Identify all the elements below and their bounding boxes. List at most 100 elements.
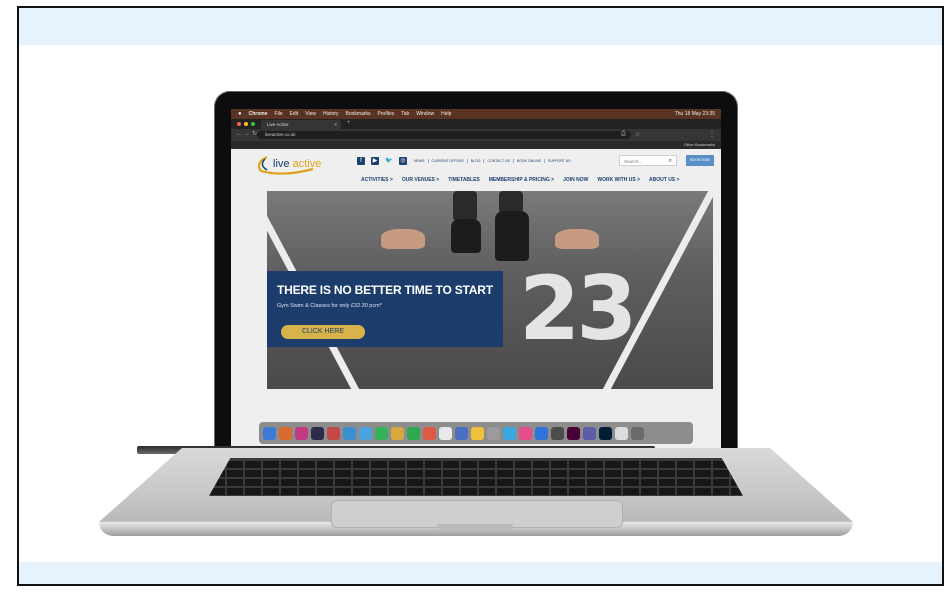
share-icon[interactable]: ⎙ bbox=[621, 131, 626, 138]
logo-active: active bbox=[292, 158, 322, 170]
hero-banner: 23 THERE IS NO BETTER TIME TO START Gym … bbox=[267, 191, 713, 389]
nav-join-now[interactable]: JOIN NOW bbox=[563, 177, 588, 183]
top-links: NEWS CURRENT OFFERS BLOG CONTACT US BOOK… bbox=[411, 159, 574, 163]
search-icon[interactable]: ⌕ bbox=[669, 156, 672, 167]
link-news[interactable]: NEWS bbox=[411, 159, 429, 163]
logo-live: live bbox=[273, 158, 290, 170]
nav-membership-pricing[interactable]: MEMBERSHIP & PRICING > bbox=[489, 177, 554, 183]
dock-app-icon[interactable] bbox=[455, 426, 468, 440]
dock-app-icon[interactable] bbox=[487, 426, 500, 440]
browser-tab-bar: Live Active × + bbox=[231, 119, 721, 129]
menu-chrome[interactable]: Chrome bbox=[249, 111, 268, 117]
nav-our-venues[interactable]: OUR VENUES > bbox=[402, 177, 439, 183]
live-active-logo[interactable]: live active bbox=[253, 155, 337, 177]
nav-work-with-us[interactable]: WORK WITH US > bbox=[597, 177, 640, 183]
dock-app-icon[interactable] bbox=[311, 426, 324, 440]
top-background-band bbox=[19, 8, 942, 45]
mac-dock bbox=[259, 422, 693, 444]
back-icon[interactable]: ← bbox=[236, 131, 244, 137]
star-icon[interactable]: ☆ bbox=[635, 131, 640, 138]
menu-edit[interactable]: Edit bbox=[290, 111, 299, 117]
dock-app-icon[interactable] bbox=[535, 426, 548, 440]
other-bookmarks[interactable]: Other Bookmarks bbox=[684, 142, 715, 147]
menu-window[interactable]: Window bbox=[416, 111, 434, 117]
bookmarks-bar: Other Bookmarks bbox=[231, 141, 721, 149]
nav-about-us[interactable]: ABOUT US > bbox=[649, 177, 679, 183]
book-now-button[interactable]: BOOK NOW bbox=[686, 155, 714, 166]
menu-profiles[interactable]: Profiles bbox=[378, 111, 395, 117]
link-current-offers[interactable]: CURRENT OFFERS bbox=[429, 159, 468, 163]
dock-app-icon[interactable] bbox=[407, 426, 420, 440]
dock-app-icon[interactable] bbox=[359, 426, 372, 440]
nav-buttons: ←→↻ bbox=[236, 130, 259, 137]
instagram-icon[interactable]: ◎ bbox=[399, 157, 407, 165]
dock-app-icon[interactable] bbox=[631, 426, 644, 440]
minimize-window-button[interactable] bbox=[244, 122, 248, 126]
forward-icon[interactable]: → bbox=[244, 131, 252, 137]
close-tab-icon[interactable]: × bbox=[334, 120, 337, 129]
runner-shoe bbox=[451, 219, 481, 253]
menu-history[interactable]: History bbox=[323, 111, 339, 117]
dock-app-icon[interactable] bbox=[375, 426, 388, 440]
dock-app-icon[interactable] bbox=[599, 426, 612, 440]
link-contact-us[interactable]: CONTACT US bbox=[484, 159, 514, 163]
window-controls bbox=[237, 122, 255, 126]
link-book-online[interactable]: BOOK ONLINE bbox=[514, 159, 546, 163]
link-blog[interactable]: BLOG bbox=[468, 159, 485, 163]
runner-hand bbox=[555, 229, 599, 249]
menu-file[interactable]: File bbox=[275, 111, 283, 117]
link-support-us[interactable]: SUPPORT US bbox=[545, 159, 574, 163]
click-here-button[interactable]: CLICK HERE bbox=[281, 325, 365, 339]
browser-tab-live-active[interactable]: Live Active × bbox=[261, 120, 341, 129]
close-window-button[interactable] bbox=[237, 122, 241, 126]
dock-app-icon[interactable] bbox=[583, 426, 596, 440]
youtube-icon[interactable]: ▶ bbox=[371, 157, 379, 165]
zoom-window-button[interactable] bbox=[251, 122, 255, 126]
keyboard-row bbox=[209, 479, 743, 486]
facebook-icon[interactable]: f bbox=[357, 157, 365, 165]
menu-view[interactable]: View bbox=[305, 111, 316, 117]
dock-app-icon[interactable] bbox=[439, 426, 452, 440]
dock-app-icon[interactable] bbox=[423, 426, 436, 440]
menu-tab[interactable]: Tab bbox=[401, 111, 409, 117]
runner-leg bbox=[453, 191, 477, 221]
hero-number: 23 bbox=[519, 257, 637, 360]
menu-bookmarks[interactable]: Bookmarks bbox=[346, 111, 371, 117]
keyboard-row bbox=[209, 488, 743, 495]
image-frame: ● Chrome File Edit View History Bookmark… bbox=[17, 6, 944, 586]
mac-menu-bar: ● Chrome File Edit View History Bookmark… bbox=[231, 109, 721, 119]
dock-app-icon[interactable] bbox=[519, 426, 532, 440]
dock-app-icon[interactable] bbox=[295, 426, 308, 440]
social-icons: f ▶ 🐦 ◎ bbox=[357, 157, 407, 165]
nav-timetables[interactable]: TIMETABLES bbox=[448, 177, 480, 183]
dock-app-icon[interactable] bbox=[615, 426, 628, 440]
dock-app-icon[interactable] bbox=[471, 426, 484, 440]
dock-app-icon[interactable] bbox=[503, 426, 516, 440]
browser-toolbar: ←→↻ liveactive.co.uk ⎙ ☆ ⋮ bbox=[231, 129, 721, 141]
dock-app-icon[interactable] bbox=[567, 426, 580, 440]
keyboard-row bbox=[209, 461, 743, 468]
menu-kebab-icon[interactable]: ⋮ bbox=[709, 131, 715, 138]
menu-help[interactable]: Help bbox=[441, 111, 451, 117]
dock-app-icon[interactable] bbox=[391, 426, 404, 440]
dock-app-icon[interactable] bbox=[343, 426, 356, 440]
dock-app-icon[interactable] bbox=[263, 426, 276, 440]
promo-panel: THERE IS NO BETTER TIME TO START Gym Swi… bbox=[267, 271, 503, 347]
promo-title: THERE IS NO BETTER TIME TO START bbox=[277, 283, 493, 297]
main-nav: ACTIVITIES > OUR VENUES > TIMETABLES MEM… bbox=[361, 177, 679, 183]
address-bar[interactable]: liveactive.co.uk bbox=[257, 131, 631, 139]
keyboard-row bbox=[209, 470, 743, 477]
site-search-input[interactable]: Search... ⌕ bbox=[619, 155, 677, 166]
laptop-keyboard bbox=[209, 458, 743, 496]
dock-app-icon[interactable] bbox=[327, 426, 340, 440]
tab-title: Live Active bbox=[267, 122, 289, 127]
twitter-icon[interactable]: 🐦 bbox=[385, 157, 393, 165]
laptop-screen: ● Chrome File Edit View History Bookmark… bbox=[231, 109, 721, 453]
menubar-clock[interactable]: Thu 18 May 23:35 bbox=[675, 111, 715, 117]
runner-leg bbox=[499, 191, 523, 213]
apple-icon[interactable]: ● bbox=[238, 111, 242, 117]
dock-app-icon[interactable] bbox=[279, 426, 292, 440]
new-tab-button[interactable]: + bbox=[347, 120, 351, 126]
nav-activities[interactable]: ACTIVITIES > bbox=[361, 177, 393, 183]
dock-app-icon[interactable] bbox=[551, 426, 564, 440]
